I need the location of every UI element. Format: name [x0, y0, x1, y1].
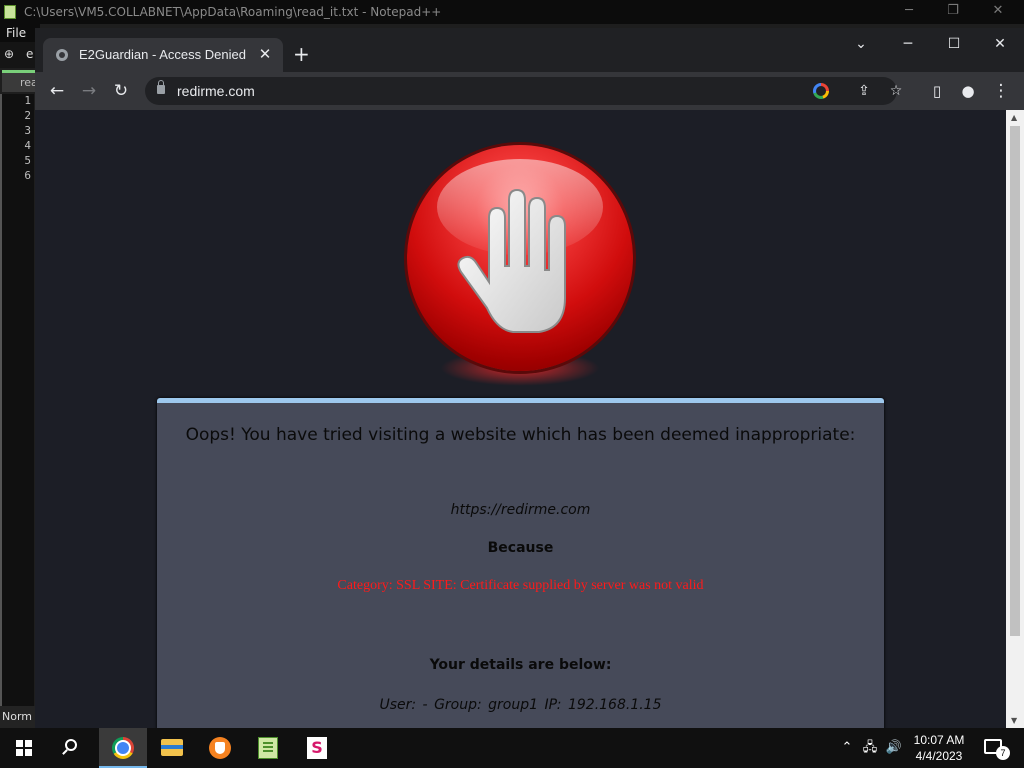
windows-logo-icon — [16, 740, 32, 756]
reload-button[interactable]: ↻ — [109, 80, 133, 102]
notification-count-badge: 7 — [996, 746, 1010, 760]
new-tab-button[interactable]: + — [293, 44, 310, 64]
back-button[interactable]: ← — [45, 80, 69, 102]
line-number: 4 — [24, 139, 31, 152]
start-button[interactable] — [0, 728, 48, 768]
notepadpp-icon — [258, 737, 278, 759]
bookmark-star-icon[interactable]: ☆ — [885, 81, 907, 101]
clock-time: 10:07 AM — [913, 733, 965, 747]
tab-title: E2Guardian - Access Denied — [79, 47, 246, 62]
minimize-button[interactable]: ─ — [893, 36, 923, 52]
notepadpp-menu-file[interactable]: File — [0, 24, 40, 42]
tab-strip: E2Guardian - Access Denied ✕ + ⌄ ─ ☐ ✕ — [35, 28, 1024, 72]
taskbar-file-explorer[interactable] — [148, 728, 196, 768]
line-number: 6 — [24, 169, 31, 182]
details-heading: Your details are below: — [429, 657, 612, 673]
share-icon[interactable]: ⇪ — [853, 81, 875, 101]
line-number: 3 — [24, 124, 31, 137]
new-file-icon[interactable]: ⊕ — [4, 48, 16, 60]
profile-icon[interactable]: ● — [956, 80, 980, 102]
globe-icon — [56, 49, 68, 61]
url-text[interactable]: redirme.com — [177, 83, 255, 99]
forward-button[interactable]: → — [77, 80, 101, 102]
taskbar: S ⌃ 🖧 🔊 10:07 AM 4/4/2023 7 — [0, 728, 1024, 768]
taskbar-app-s[interactable]: S — [293, 728, 341, 768]
tab-e2guardian[interactable]: E2Guardian - Access Denied ✕ — [43, 38, 283, 72]
clock-date: 4/4/2023 — [915, 749, 963, 763]
block-reason: Category: SSL SITE: Certificate supplied… — [337, 578, 704, 593]
taskbar-clock[interactable]: 10:07 AM 4/4/2023 — [906, 732, 972, 764]
google-lens-icon[interactable] — [813, 83, 829, 99]
notepadpp-toolbar: ⊕ e — [0, 42, 40, 68]
notification-center-icon[interactable]: 7 — [984, 739, 1010, 760]
blocked-url: https://redirme.com — [450, 502, 591, 518]
access-denied-box: Oops! You have tried visiting a website … — [157, 398, 884, 728]
show-hidden-icons-chevron-icon[interactable]: ⌃ — [838, 728, 856, 768]
notepadpp-file-tab[interactable]: rea — [2, 70, 38, 92]
s-app-icon: S — [307, 737, 327, 759]
folder-icon — [161, 739, 183, 756]
close-window-button[interactable]: ✕ — [985, 36, 1015, 52]
taskbar-notepadpp[interactable] — [244, 728, 292, 768]
line-number: 2 — [24, 109, 31, 122]
browser-toolbar: ← → ↻ redirme.com ⇪ ☆ ▯ ● ⋮ — [35, 72, 1024, 110]
line-number: 5 — [24, 154, 31, 167]
notepadpp-restore-button[interactable]: ❐ — [930, 0, 976, 24]
tab-search-icon[interactable]: ⌄ — [846, 36, 876, 52]
page-headline: Oops! You have tried visiting a website … — [185, 425, 856, 445]
volume-icon[interactable]: 🔊 — [884, 728, 904, 768]
brave-browser-icon — [209, 737, 231, 759]
browser-window: E2Guardian - Access Denied ✕ + ⌄ ─ ☐ ✕ ←… — [35, 28, 1024, 728]
user-details: User: - Group: group1 IP: 192.168.1.15 — [379, 697, 662, 713]
taskbar-chrome[interactable] — [99, 728, 147, 768]
notepadpp-titlebar: C:\Users\VM5.COLLABNET\AppData\Roaming\r… — [0, 0, 1024, 24]
maximize-button[interactable]: ☐ — [939, 36, 969, 52]
search-button[interactable] — [48, 728, 96, 768]
close-tab-icon[interactable]: ✕ — [257, 45, 273, 63]
notepadpp-icon — [4, 5, 16, 19]
line-number: 1 — [24, 94, 31, 107]
taskbar-brave[interactable] — [196, 728, 244, 768]
line-number-gutter: 1 2 3 4 5 6 — [0, 94, 34, 706]
scroll-down-arrow-icon[interactable]: ▼ — [1011, 716, 1017, 725]
search-icon — [65, 739, 77, 751]
hand-icon — [457, 188, 566, 333]
lock-icon[interactable] — [157, 80, 165, 94]
side-panel-icon[interactable]: ▯ — [925, 80, 949, 102]
vertical-scrollbar[interactable]: ▲ ▼ — [1006, 110, 1024, 728]
notepadpp-close-button[interactable]: ✕ — [975, 0, 1021, 24]
page-viewport: Oops! You have tried visiting a website … — [35, 110, 1006, 728]
notepadpp-status-mode: Norm — [0, 706, 40, 728]
scrollbar-thumb[interactable] — [1010, 126, 1020, 636]
notepadpp-title: C:\Users\VM5.COLLABNET\AppData\Roaming\r… — [24, 5, 442, 19]
scroll-up-arrow-icon[interactable]: ▲ — [1011, 113, 1017, 122]
address-bar[interactable]: redirme.com ⇪ ☆ — [145, 77, 902, 105]
chrome-icon — [112, 737, 134, 759]
menu-kebab-icon[interactable]: ⋮ — [989, 80, 1013, 102]
because-label: Because — [487, 540, 554, 556]
network-icon[interactable]: 🖧 — [860, 728, 880, 768]
notepadpp-minimize-button[interactable]: ─ — [886, 0, 932, 24]
